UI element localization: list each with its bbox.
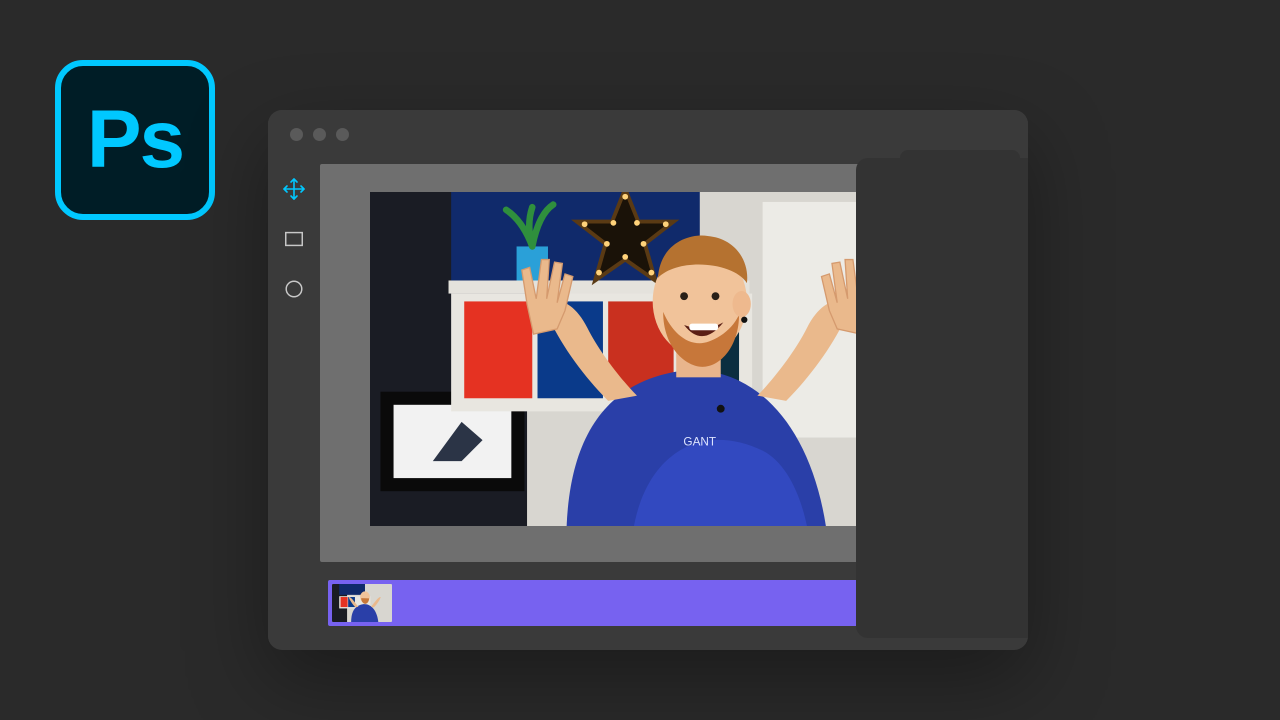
ellipse-tool-icon[interactable] [281, 276, 307, 302]
timeline-clip-thumbnail [332, 584, 392, 622]
right-panel[interactable] [856, 158, 1028, 638]
right-panel-tab[interactable] [900, 150, 1020, 180]
svg-text:GANT: GANT [683, 435, 716, 448]
rectangle-tool-icon[interactable] [281, 226, 307, 252]
traffic-light-close[interactable] [290, 128, 303, 141]
photoshop-badge-label: Ps [87, 93, 183, 187]
traffic-light-zoom[interactable] [336, 128, 349, 141]
tools-panel [268, 158, 320, 568]
traffic-light-minimize[interactable] [313, 128, 326, 141]
photoshop-badge: Ps [55, 60, 215, 220]
app-window: GANT [268, 110, 1028, 650]
move-tool-icon[interactable] [281, 176, 307, 202]
